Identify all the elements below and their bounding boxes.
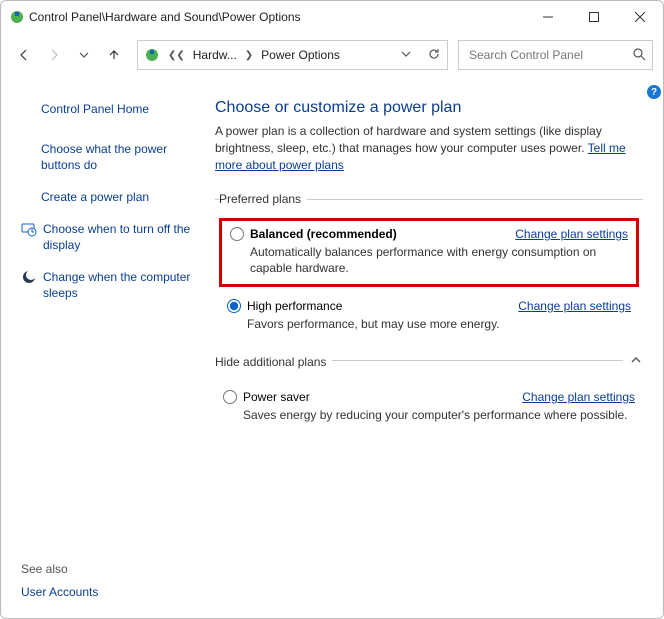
sidebar-what-buttons[interactable]: Choose what the power buttons do	[41, 141, 201, 173]
search-box[interactable]	[458, 40, 653, 70]
sidebar-item-label: Change when the computer sleeps	[43, 269, 201, 301]
nav-recent-dropdown[interactable]	[71, 42, 97, 68]
breadcrumb-separator[interactable]: ❮❮	[166, 50, 187, 61]
collapse-icon[interactable]	[623, 353, 643, 370]
control-panel-icon	[9, 9, 25, 25]
plan-balanced-name: Balanced (recommended)	[250, 227, 397, 241]
plan-high-name: High performance	[247, 299, 342, 313]
control-panel-icon	[144, 47, 160, 63]
plan-high-performance: High performance Change plan settings Fa…	[219, 293, 639, 340]
main-panel: ? Choose or customize a power plan A pow…	[211, 83, 663, 618]
plan-high-change-link[interactable]: Change plan settings	[518, 299, 631, 313]
nav-up-button[interactable]	[101, 42, 127, 68]
sidebar-home[interactable]: Control Panel Home	[41, 101, 201, 117]
plan-power-saver: Power saver Change plan settings Saves e…	[215, 384, 643, 431]
hide-additional-header[interactable]: Hide additional plans	[215, 360, 643, 378]
plan-high-desc: Favors performance, but may use more ene…	[247, 316, 631, 332]
nav-row: ❮❮ Hardw... ❯ Power Options	[1, 33, 663, 77]
close-button[interactable]	[617, 1, 663, 33]
plan-balanced-radio[interactable]	[230, 227, 244, 241]
moon-icon	[21, 269, 37, 285]
sidebar-when-off-display[interactable]: Choose when to turn off the display	[41, 221, 201, 253]
address-dropdown[interactable]	[399, 49, 413, 62]
see-also-label: See also	[21, 542, 201, 576]
minimize-button[interactable]	[525, 1, 571, 33]
breadcrumb-hardware[interactable]: Hardw...	[193, 48, 237, 62]
window-title: Control Panel\Hardware and Sound\Power O…	[25, 10, 525, 24]
window: Control Panel\Hardware and Sound\Power O…	[0, 0, 664, 619]
maximize-button[interactable]	[571, 1, 617, 33]
preferred-plans-group: Preferred plans Balanced (recommended) C…	[215, 192, 643, 346]
plan-saver-desc: Saves energy by reducing your computer's…	[243, 407, 635, 423]
nav-back-button[interactable]	[11, 42, 37, 68]
titlebar: Control Panel\Hardware and Sound\Power O…	[1, 1, 663, 33]
monitor-icon	[21, 221, 37, 237]
plan-balanced-desc: Automatically balances performance with …	[250, 244, 628, 276]
nav-forward-button[interactable]	[41, 42, 67, 68]
search-icon[interactable]	[632, 47, 646, 64]
sidebar-when-sleeps[interactable]: Change when the computer sleeps	[41, 269, 201, 301]
hide-additional-label: Hide additional plans	[215, 355, 332, 369]
page-intro: A power plan is a collection of hardware…	[215, 123, 643, 174]
refresh-button[interactable]	[419, 47, 441, 64]
sidebar-create-plan[interactable]: Create a power plan	[41, 189, 201, 205]
preferred-plans-label: Preferred plans	[219, 192, 307, 206]
address-bar[interactable]: ❮❮ Hardw... ❯ Power Options	[137, 40, 448, 70]
breadcrumb-power-options[interactable]: Power Options	[261, 48, 340, 62]
content-area: Control Panel Home Choose what the power…	[1, 77, 663, 618]
sidebar-user-accounts[interactable]: User Accounts	[21, 584, 201, 600]
plan-saver-change-link[interactable]: Change plan settings	[522, 390, 635, 404]
search-input[interactable]	[467, 47, 626, 63]
plan-saver-radio[interactable]	[223, 390, 237, 404]
plan-balanced: Balanced (recommended) Change plan setti…	[219, 218, 639, 287]
intro-text: A power plan is a collection of hardware…	[215, 124, 602, 155]
sidebar: Control Panel Home Choose what the power…	[1, 83, 211, 618]
page-title: Choose or customize a power plan	[215, 99, 643, 117]
plan-high-radio[interactable]	[227, 299, 241, 313]
sidebar-item-label: Choose when to turn off the display	[43, 221, 201, 253]
help-icon[interactable]: ?	[647, 85, 661, 99]
plan-saver-name: Power saver	[243, 390, 310, 404]
chevron-right-icon[interactable]: ❯	[243, 50, 255, 61]
plan-balanced-change-link[interactable]: Change plan settings	[515, 227, 628, 241]
